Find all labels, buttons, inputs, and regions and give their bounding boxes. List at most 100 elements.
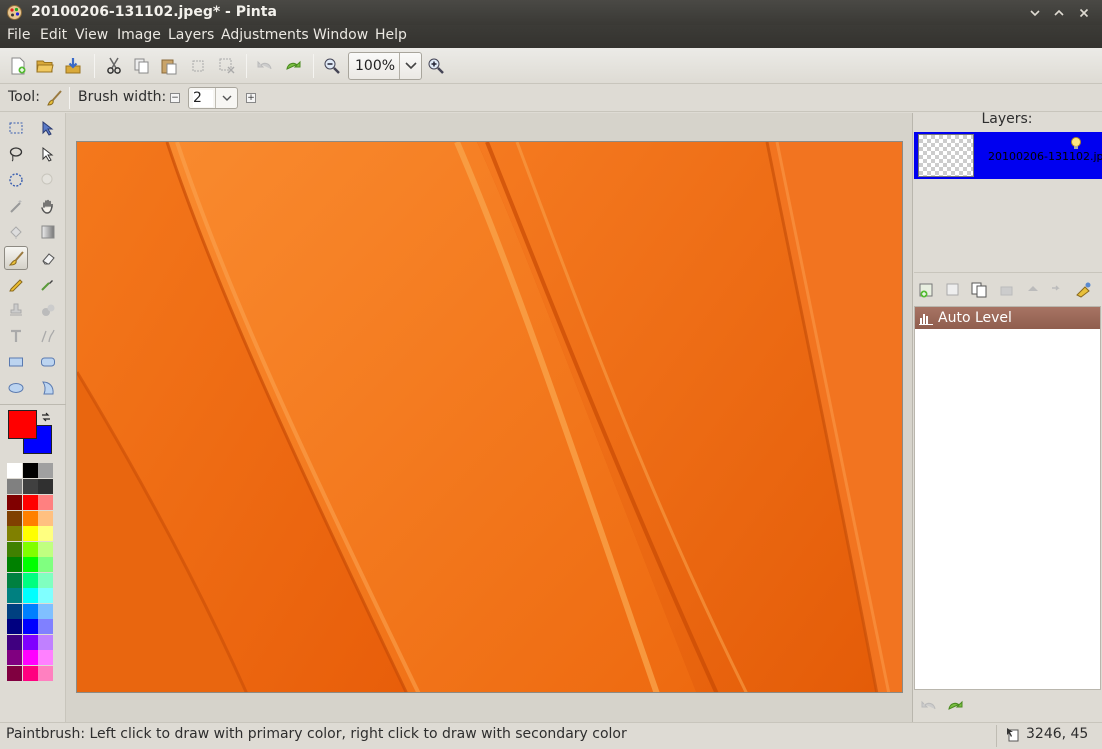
pan-tool[interactable] <box>36 194 60 218</box>
brush-width-value[interactable]: 2 <box>193 90 213 107</box>
rectangle-select-tool[interactable] <box>4 116 28 140</box>
minimize-button[interactable] <box>1027 5 1043 21</box>
palette-swatch[interactable] <box>22 526 38 541</box>
palette-swatch[interactable] <box>7 588 22 603</box>
palette-swatch[interactable] <box>22 634 38 650</box>
palette-swatch[interactable] <box>7 572 22 588</box>
palette-swatch[interactable] <box>22 619 38 634</box>
zoom-tool[interactable] <box>36 168 60 192</box>
zoom-in-button[interactable] <box>424 54 448 78</box>
ellipse-tool[interactable] <box>4 376 28 400</box>
crop-to-selection-button[interactable] <box>186 54 210 78</box>
palette-swatch[interactable] <box>7 557 22 572</box>
freeform-shape-tool[interactable] <box>36 376 60 400</box>
primary-color-swatch[interactable] <box>8 410 37 439</box>
palette-swatch[interactable] <box>7 665 22 681</box>
move-selected-tool[interactable] <box>36 116 60 140</box>
palette-swatch[interactable] <box>38 510 53 526</box>
palette-swatch[interactable] <box>22 665 38 681</box>
cut-button[interactable] <box>102 54 126 78</box>
palette-swatch[interactable] <box>7 619 22 634</box>
brush-width-combo[interactable]: 2 <box>188 87 238 109</box>
palette-swatch[interactable] <box>7 478 22 494</box>
move-selection-tool[interactable] <box>36 142 60 166</box>
palette-swatch[interactable] <box>38 541 53 557</box>
layer-properties-button[interactable] <box>1075 281 1095 301</box>
open-image-button[interactable] <box>33 54 57 78</box>
move-layer-up-button[interactable] <box>1024 281 1044 301</box>
palette-swatch[interactable] <box>7 541 22 557</box>
image-canvas[interactable] <box>76 141 903 693</box>
palette-swatch[interactable] <box>22 572 38 588</box>
palette-swatch[interactable] <box>38 557 53 572</box>
palette-swatch[interactable] <box>38 572 53 588</box>
maximize-button[interactable] <box>1051 5 1067 21</box>
duplicate-layer-button[interactable] <box>970 281 990 301</box>
recolor-tool[interactable] <box>36 298 60 322</box>
gradient-tool[interactable] <box>36 220 60 244</box>
close-button[interactable] <box>1076 5 1092 21</box>
menu-adjustments[interactable]: Adjustments <box>221 27 309 43</box>
redo-button[interactable] <box>281 54 305 78</box>
history-item[interactable]: Auto Level <box>915 307 1100 329</box>
brush-width-decrease-button[interactable]: − <box>170 93 180 103</box>
palette-swatch[interactable] <box>38 650 53 665</box>
menu-edit[interactable]: Edit <box>40 27 67 43</box>
magic-wand-tool[interactable] <box>4 194 28 218</box>
brush-width-dropdown-button[interactable] <box>215 88 238 108</box>
line-curve-tool[interactable] <box>36 324 60 348</box>
lightbulb-icon[interactable] <box>1068 136 1084 156</box>
merge-layer-down-button[interactable] <box>998 281 1018 301</box>
new-image-button[interactable] <box>6 54 30 78</box>
palette-swatch[interactable] <box>7 510 22 526</box>
palette-swatch[interactable] <box>22 588 38 603</box>
rectangle-tool[interactable] <box>4 350 28 374</box>
palette-swatch[interactable] <box>22 510 38 526</box>
palette-swatch[interactable] <box>7 634 22 650</box>
paint-bucket-tool[interactable] <box>4 220 28 244</box>
deselect-button[interactable] <box>215 54 239 78</box>
menu-file[interactable]: File <box>7 27 30 43</box>
palette-swatch[interactable] <box>38 495 53 510</box>
palette-swatch[interactable] <box>38 588 53 603</box>
clone-stamp-tool[interactable] <box>4 298 28 322</box>
layer-row[interactable]: 20100206-131102.jpeg <box>914 132 1102 179</box>
menu-view[interactable]: View <box>75 27 108 43</box>
palette-swatch[interactable] <box>7 526 22 541</box>
palette-swatch[interactable] <box>22 650 38 665</box>
delete-layer-button[interactable] <box>944 281 964 301</box>
palette-swatch[interactable] <box>7 603 22 619</box>
zoom-out-button[interactable] <box>320 54 344 78</box>
history-undo-button[interactable] <box>920 697 940 717</box>
palette-swatch[interactable] <box>38 478 53 494</box>
menu-image[interactable]: Image <box>117 27 161 43</box>
swap-colors-button[interactable] <box>40 411 52 427</box>
menu-layers[interactable]: Layers <box>168 27 214 43</box>
palette-swatch[interactable] <box>7 463 22 478</box>
palette-swatch[interactable] <box>38 634 53 650</box>
palette-swatch[interactable] <box>38 603 53 619</box>
palette-swatch[interactable] <box>38 463 53 478</box>
palette-swatch[interactable] <box>7 495 22 510</box>
palette-swatch[interactable] <box>38 526 53 541</box>
palette-swatch[interactable] <box>22 463 38 478</box>
palette-swatch[interactable] <box>22 541 38 557</box>
text-tool[interactable] <box>4 324 28 348</box>
copy-button[interactable] <box>130 54 154 78</box>
lasso-select-tool[interactable] <box>4 142 28 166</box>
paste-button[interactable] <box>157 54 181 78</box>
paintbrush-tool[interactable] <box>4 246 28 270</box>
palette-swatch[interactable] <box>22 603 38 619</box>
zoom-combo[interactable]: 100% <box>348 52 422 80</box>
rounded-rectangle-tool[interactable] <box>36 350 60 374</box>
history-redo-button[interactable] <box>946 697 966 717</box>
pencil-tool[interactable] <box>4 272 28 296</box>
palette-swatch[interactable] <box>7 650 22 665</box>
palette-swatch[interactable] <box>22 495 38 510</box>
zoom-dropdown-button[interactable] <box>399 53 422 79</box>
brush-width-increase-button[interactable]: + <box>246 93 256 103</box>
menu-help[interactable]: Help <box>375 27 407 43</box>
history-panel[interactable]: Auto Level <box>914 306 1101 690</box>
palette-swatch[interactable] <box>38 619 53 634</box>
palette-swatch[interactable] <box>38 665 53 681</box>
